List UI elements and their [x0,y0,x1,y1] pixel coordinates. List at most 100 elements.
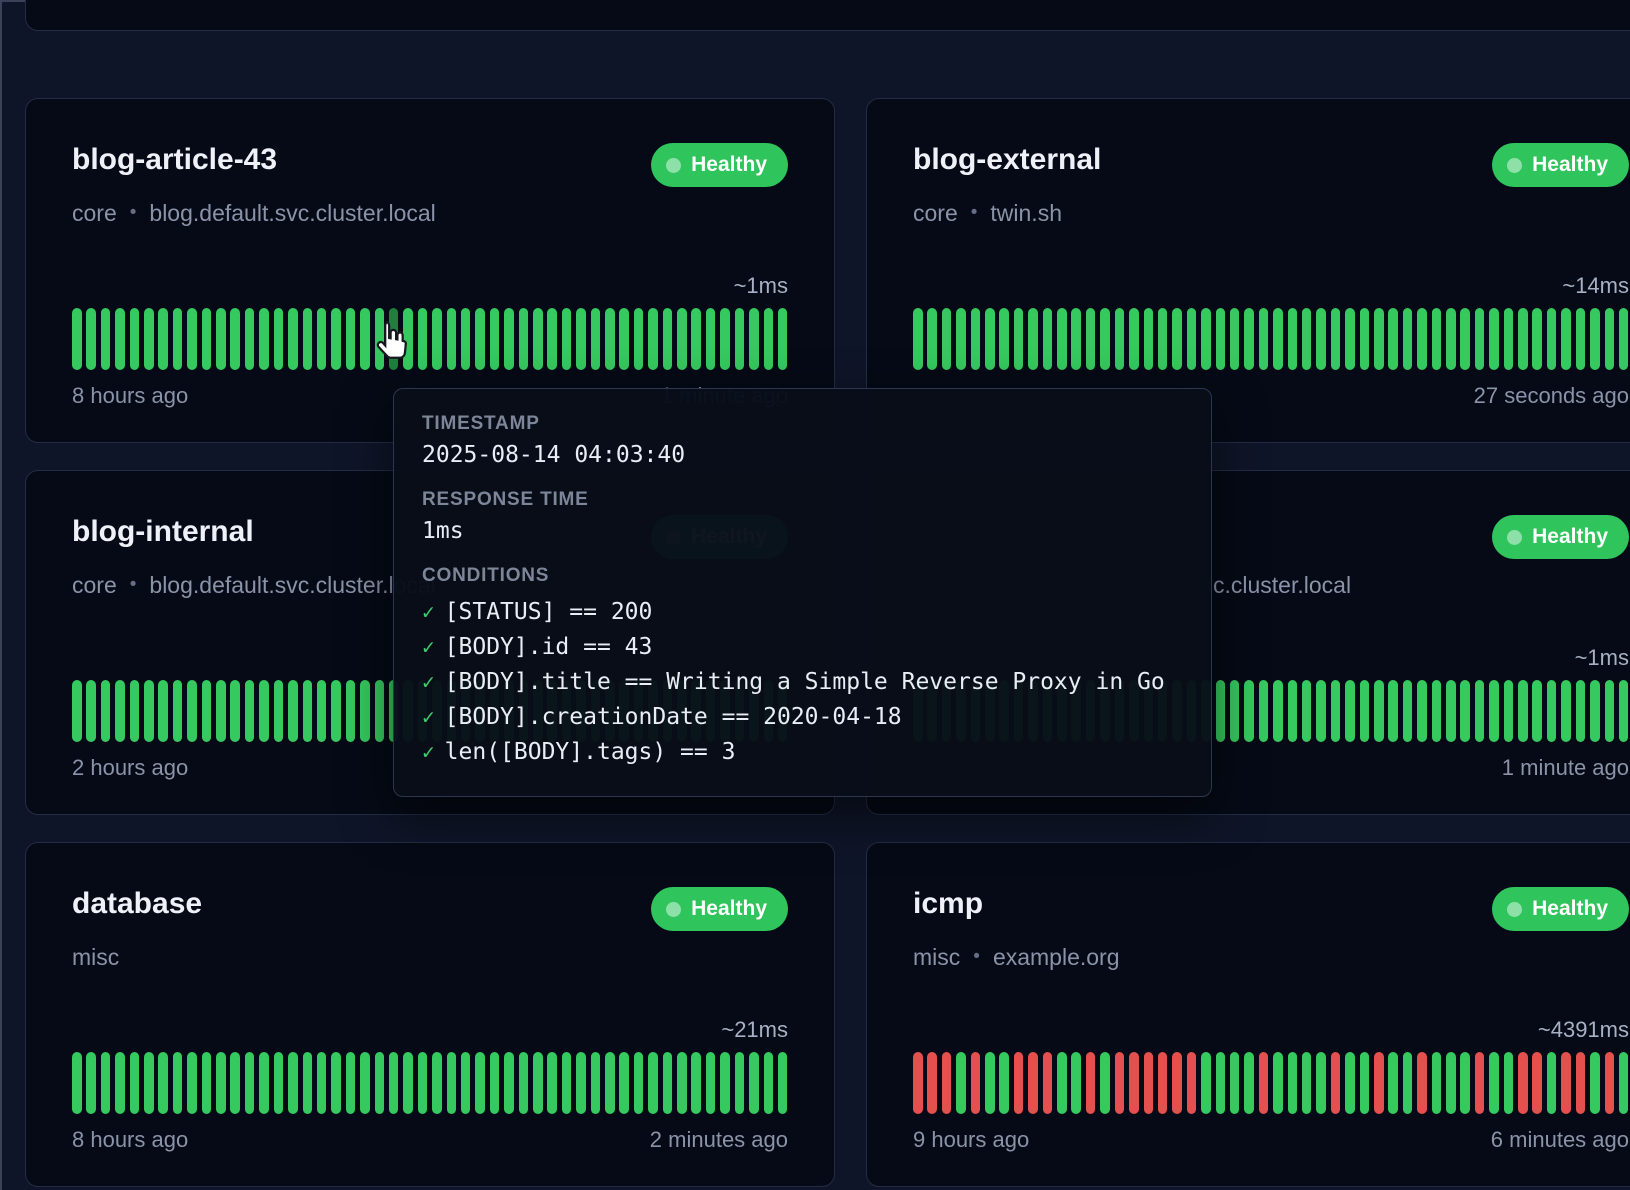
uptime-bar-failure[interactable] [1417,1052,1427,1114]
uptime-bar-success[interactable] [72,680,82,742]
uptime-bar-success[interactable] [634,308,644,370]
uptime-bar-success[interactable] [1388,308,1398,370]
uptime-bar-success[interactable] [1273,680,1283,742]
uptime-bar-success[interactable] [303,680,313,742]
uptime-bar-success[interactable] [1605,680,1615,742]
uptime-bar-success[interactable] [1590,308,1600,370]
uptime-bar-success[interactable] [1576,308,1586,370]
uptime-bar-success[interactable] [1302,680,1312,742]
uptime-bar-success[interactable] [1288,308,1298,370]
uptime-bar-success[interactable] [216,308,226,370]
uptime-bar-success[interactable] [1244,1052,1254,1114]
uptime-bar-success[interactable] [764,1052,774,1114]
uptime-bar-success[interactable] [913,308,923,370]
uptime-bar-success[interactable] [288,308,298,370]
uptime-bar-success[interactable] [1547,308,1557,370]
uptime-bar-success[interactable] [504,308,514,370]
uptime-bar-success[interactable] [1316,680,1326,742]
uptime-bar-success[interactable] [259,308,269,370]
uptime-bar-success[interactable] [202,680,212,742]
uptime-bar-success[interactable] [648,1052,658,1114]
uptime-bar-success[interactable] [1057,1052,1067,1114]
uptime-bar-success[interactable] [956,308,966,370]
uptime-bar-success[interactable] [1590,680,1600,742]
uptime-bar-success[interactable] [403,308,413,370]
uptime-bar-success[interactable] [360,308,370,370]
uptime-bar-success[interactable] [1504,1052,1514,1114]
uptime-bar-success[interactable] [1547,680,1557,742]
uptime-bar-failure[interactable] [971,1052,981,1114]
uptime-bar-success[interactable] [1201,1052,1211,1114]
uptime-bar-success[interactable] [1446,680,1456,742]
service-card[interactable]: databaseHealthymisc~21ms8 hours ago2 min… [25,842,835,1187]
uptime-bar-success[interactable] [749,308,759,370]
uptime-bar-success[interactable] [1100,308,1110,370]
uptime-bar-success[interactable] [389,308,399,370]
uptime-bar-success[interactable] [1302,1052,1312,1114]
uptime-bar-success[interactable] [1216,308,1226,370]
uptime-bar-success[interactable] [259,680,269,742]
uptime-bar-success[interactable] [706,1052,716,1114]
uptime-bar-success[interactable] [985,1052,995,1114]
uptime-bar-success[interactable] [1345,1052,1355,1114]
uptime-bar-success[interactable] [1388,680,1398,742]
uptime-bar-success[interactable] [706,308,716,370]
uptime-bar-success[interactable] [1129,308,1139,370]
uptime-bar-success[interactable] [360,1052,370,1114]
uptime-bar-success[interactable] [130,308,140,370]
uptime-bar-success[interactable] [1460,680,1470,742]
uptime-bar-success[interactable] [274,1052,284,1114]
uptime-bar-success[interactable] [317,680,327,742]
uptime-bar-success[interactable] [1446,308,1456,370]
uptime-bar-success[interactable] [173,308,183,370]
uptime-bar-success[interactable] [1273,1052,1283,1114]
uptime-bar-success[interactable] [1460,308,1470,370]
uptime-bar-success[interactable] [360,680,370,742]
uptime-bar-failure[interactable] [1561,1052,1571,1114]
uptime-bar-success[interactable] [1446,1052,1456,1114]
uptime-bar-success[interactable] [1374,308,1384,370]
uptime-bar-failure[interactable] [942,1052,952,1114]
uptime-bar-success[interactable] [1489,680,1499,742]
uptime-bar-success[interactable] [346,308,356,370]
uptime-bar-success[interactable] [346,680,356,742]
uptime-bar-success[interactable] [144,680,154,742]
uptime-bar-success[interactable] [1504,680,1514,742]
uptime-bar-failure[interactable] [1014,1052,1024,1114]
uptime-bar-success[interactable] [288,1052,298,1114]
uptime-bar-success[interactable] [605,308,615,370]
uptime-bar-success[interactable] [533,308,543,370]
uptime-bar-success[interactable] [1489,308,1499,370]
uptime-bar-success[interactable] [461,308,471,370]
uptime-bar-success[interactable] [576,308,586,370]
uptime-bar-success[interactable] [1576,680,1586,742]
uptime-bar-failure[interactable] [913,1052,923,1114]
uptime-bar-success[interactable] [576,1052,586,1114]
uptime-bar-failure[interactable] [1086,1052,1096,1114]
uptime-bar-success[interactable] [605,1052,615,1114]
uptime-bar-success[interactable] [1432,1052,1442,1114]
uptime-bar-success[interactable] [1028,308,1038,370]
uptime-bar-success[interactable] [1071,1052,1081,1114]
uptime-bar-success[interactable] [187,1052,197,1114]
uptime-bar-success[interactable] [562,1052,572,1114]
uptime-bar-success[interactable] [375,680,385,742]
uptime-bar-failure[interactable] [1115,1052,1125,1114]
uptime-bar-success[interactable] [1302,308,1312,370]
uptime-bar-success[interactable] [173,1052,183,1114]
uptime-bar-success[interactable] [1115,308,1125,370]
uptime-bar-success[interactable] [735,308,745,370]
uptime-bar-failure[interactable] [1475,1052,1485,1114]
uptime-bar-success[interactable] [999,1052,1009,1114]
uptime-bar-success[interactable] [101,680,111,742]
uptime-bar-success[interactable] [735,1052,745,1114]
uptime-bar-success[interactable] [533,1052,543,1114]
uptime-bar-success[interactable] [1345,680,1355,742]
uptime-bar-success[interactable] [619,1052,629,1114]
uptime-bar-success[interactable] [1561,308,1571,370]
uptime-bar-success[interactable] [1345,308,1355,370]
uptime-bar-success[interactable] [187,680,197,742]
uptime-bar-success[interactable] [274,680,284,742]
uptime-bar-success[interactable] [202,308,212,370]
uptime-bar-success[interactable] [1561,680,1571,742]
